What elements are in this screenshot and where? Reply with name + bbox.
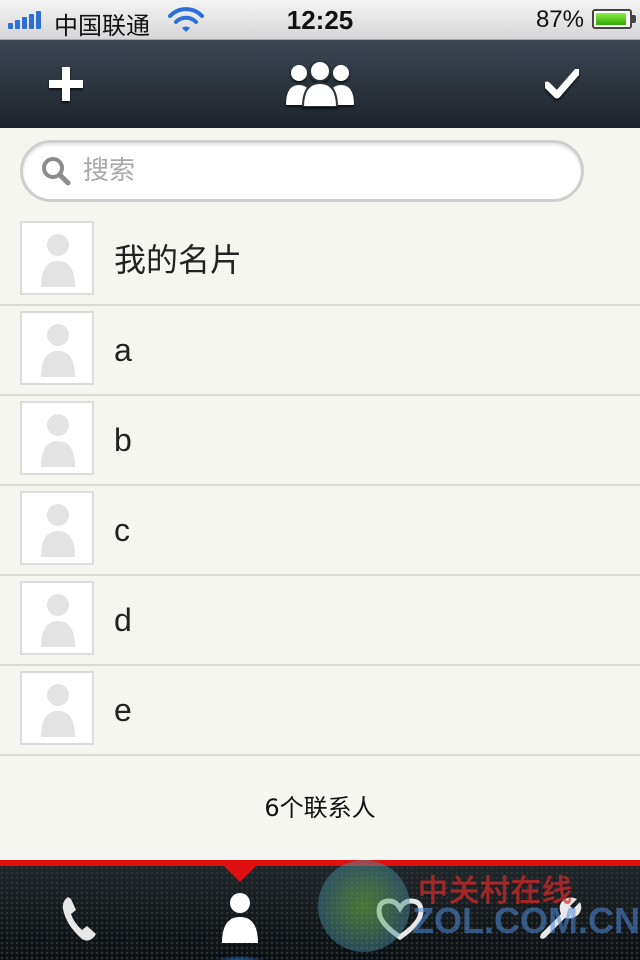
contact-name: 我的名片 xyxy=(114,241,243,279)
heart-icon xyxy=(376,898,424,941)
contact-list: 我的名片 a b c d e xyxy=(0,216,640,756)
person-placeholder-icon xyxy=(41,234,75,287)
contact-row[interactable]: b xyxy=(0,394,640,484)
tab-contacts[interactable] xyxy=(160,872,320,960)
plus-icon xyxy=(49,67,83,101)
tab-bar xyxy=(0,860,640,960)
avatar xyxy=(20,311,94,385)
divider xyxy=(0,754,640,756)
groups-button[interactable] xyxy=(276,40,364,128)
contact-name: c xyxy=(114,512,130,548)
tab-settings[interactable] xyxy=(480,872,640,960)
contact-row-my-card[interactable]: 我的名片 xyxy=(0,216,640,304)
status-bar: 中国联通 12:25 87% xyxy=(0,0,640,40)
nav-bar xyxy=(0,40,640,128)
contacts-icon xyxy=(222,893,258,943)
person-placeholder-icon xyxy=(41,504,75,557)
contact-count: 6个联系人 xyxy=(264,794,376,822)
person-placeholder-icon xyxy=(41,684,75,737)
tab-phone[interactable] xyxy=(0,872,160,960)
search-input[interactable] xyxy=(83,156,553,186)
group-icon xyxy=(286,61,354,107)
battery-percent: 87% xyxy=(535,6,584,33)
contact-name: a xyxy=(114,332,132,368)
wrench-icon xyxy=(540,897,582,939)
avatar xyxy=(20,401,94,475)
avatar xyxy=(20,671,94,745)
contact-name: e xyxy=(114,692,132,728)
contact-name: d xyxy=(114,602,132,638)
done-button[interactable] xyxy=(518,40,606,128)
contact-row[interactable]: e xyxy=(0,664,640,754)
contact-name: b xyxy=(114,422,132,458)
avatar xyxy=(20,221,94,295)
search-area xyxy=(0,128,640,216)
search-icon xyxy=(42,157,71,186)
avatar xyxy=(20,581,94,655)
person-placeholder-icon xyxy=(41,594,75,647)
search-box[interactable] xyxy=(20,140,584,202)
add-contact-button[interactable] xyxy=(22,40,110,128)
checkmark-icon xyxy=(545,69,579,99)
person-placeholder-icon xyxy=(41,414,75,467)
contact-row[interactable]: c xyxy=(0,484,640,574)
contact-row[interactable]: a xyxy=(0,304,640,394)
tab-favorites[interactable] xyxy=(320,872,480,960)
phone-icon xyxy=(62,897,96,941)
avatar xyxy=(20,491,94,565)
battery-icon xyxy=(592,9,636,29)
contact-row[interactable]: d xyxy=(0,574,640,664)
person-placeholder-icon xyxy=(41,324,75,377)
